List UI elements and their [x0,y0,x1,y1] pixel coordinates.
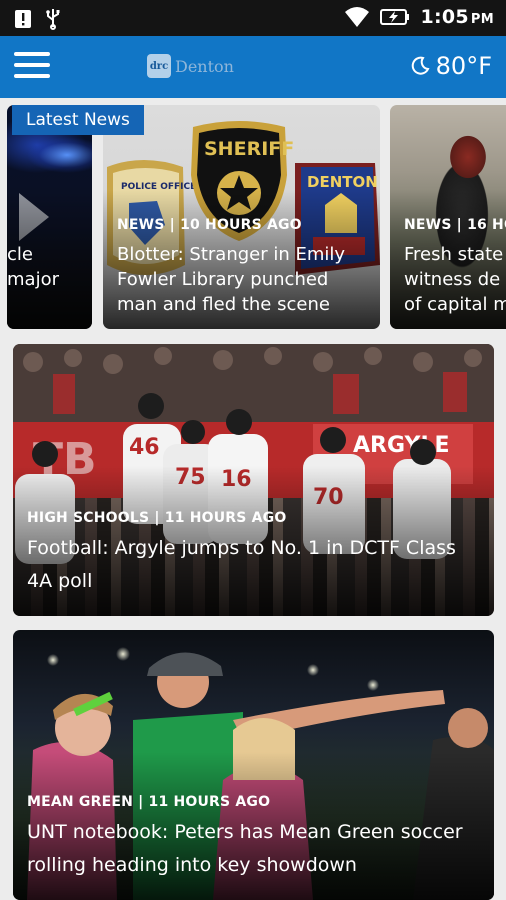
battery-charging-icon [380,9,410,25]
carousel-card[interactable]: cle major [7,105,92,329]
hamburger-icon-bar [14,74,50,78]
menu-button[interactable] [14,52,50,82]
weather-temperature: 80°F [435,52,492,80]
story-title: UNT notebook: Peters has Mean Green socc… [27,821,463,876]
notification-alert-icon [15,10,31,28]
story-card[interactable]: MEAN GREEN | 11 HOURS AGO UNT notebook: … [13,630,494,900]
card-meta: NEWS | 16 HO [404,217,506,233]
moon-icon [411,56,430,75]
weather-button[interactable]: 80°F [410,52,492,80]
story-title: Football: Argyle jumps to No. 1 in DCTF … [27,537,456,592]
status-bar: 1:05 PM [0,0,506,36]
carousel-card[interactable]: POLICE OFFICER SHERIFF DENTON NEWS | 10 … [103,105,380,329]
app-bar: drc Denton 80°F [0,36,506,98]
app-logo: drc Denton [147,54,234,78]
logo-name: Denton [175,56,234,76]
denton-patch-text: DENTON [307,173,378,191]
latest-news-carousel[interactable]: cle major POLICE OFFICER SHERIFF DENTON … [0,105,506,329]
story-meta: HIGH SCHOOLS | 11 HOURS AGO [27,510,287,526]
story-meta: MEAN GREEN | 11 HOURS AGO [27,794,271,810]
latest-news-badge: Latest News [12,105,144,135]
usb-icon [46,9,60,30]
logo-mark: drc [147,54,171,78]
card-title: Fresh state witness de of capital m [404,244,506,315]
sheriff-badge-text: SHERIFF [204,138,294,160]
wifi-icon [345,7,370,27]
story-card[interactable]: ARGYLE TB 46 75 16 70 HIGH SCHOOLS | 11 … [13,344,494,616]
jersey-number: 46 [129,435,160,460]
card-title: Blotter: Stranger in Emily Fowler Librar… [117,244,346,315]
hamburger-icon-bar [14,63,50,67]
status-time: 1:05 PM [420,6,494,28]
hamburger-icon-bar [14,52,50,56]
card-title: cle major [7,244,59,290]
card-meta: NEWS | 10 HOURS AGO [117,217,302,233]
carousel-card[interactable]: NEWS | 16 HO Fresh state witness de of c… [390,105,506,329]
